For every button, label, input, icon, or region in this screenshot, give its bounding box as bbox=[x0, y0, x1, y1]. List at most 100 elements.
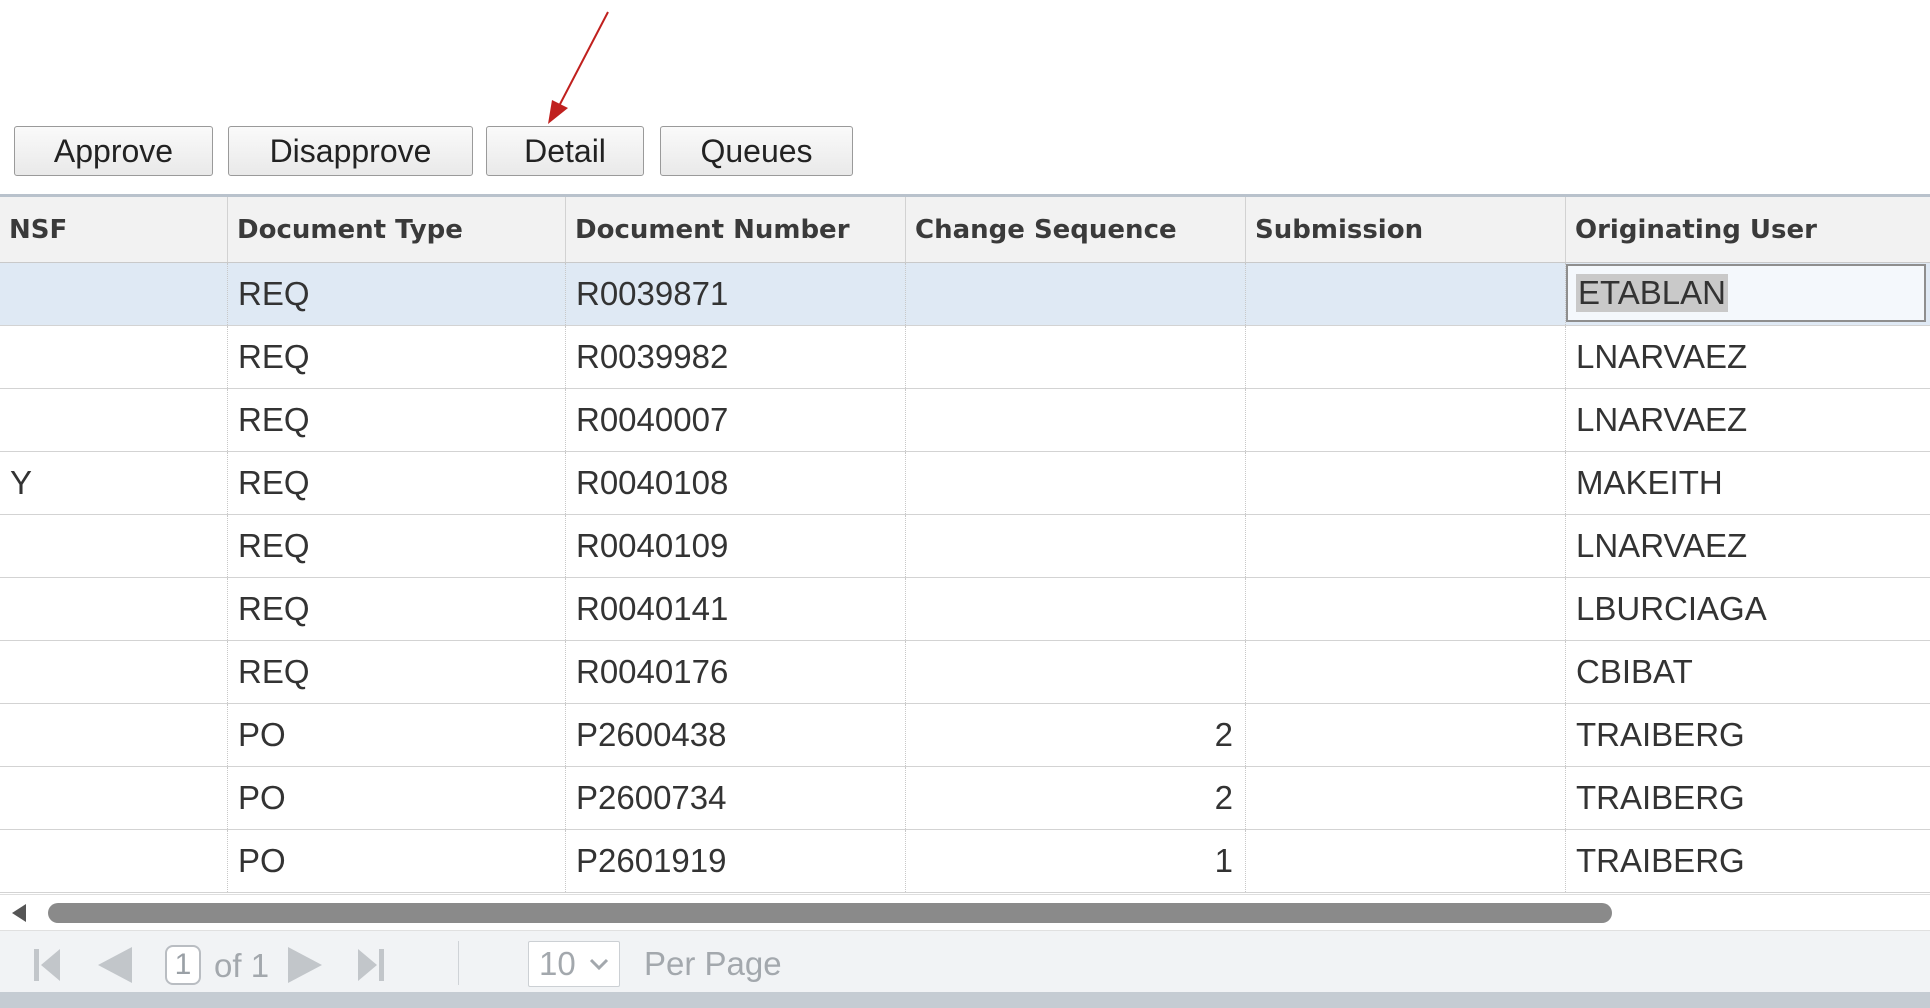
change-sequence-cell[interactable]: 2 bbox=[906, 704, 1246, 766]
approve-button[interactable]: Approve bbox=[14, 126, 213, 176]
document-number-cell[interactable]: R0040141 bbox=[566, 578, 906, 640]
annotation-arrow-icon bbox=[548, 11, 609, 124]
bottom-border bbox=[0, 992, 1930, 1008]
nsf-cell[interactable] bbox=[0, 641, 228, 703]
originating-user-cell[interactable]: LNARVAEZ bbox=[1566, 389, 1930, 451]
first-page-icon[interactable] bbox=[32, 945, 62, 985]
chevron-down-icon bbox=[589, 958, 609, 971]
document-number-cell[interactable]: R0039982 bbox=[566, 326, 906, 388]
originating-user-cell[interactable]: ETABLAN bbox=[1566, 263, 1930, 325]
grid-body: REQ R0039871 ETABLAN REQ R0039982 LNARVAEZ REQ… bbox=[0, 263, 1930, 893]
document-number-cell[interactable]: R0040007 bbox=[566, 389, 906, 451]
document-number-cell[interactable]: P2600734 bbox=[566, 767, 906, 829]
column-header-nsf[interactable]: NSF bbox=[0, 197, 228, 262]
table-row[interactable]: REQ R0039871 ETABLAN bbox=[0, 263, 1930, 326]
change-sequence-cell[interactable] bbox=[906, 326, 1246, 388]
table-row[interactable]: REQ R0039982 LNARVAEZ bbox=[0, 326, 1930, 389]
column-header-originating-user[interactable]: Originating User bbox=[1566, 197, 1930, 262]
last-page-icon[interactable] bbox=[356, 945, 386, 985]
change-sequence-cell[interactable] bbox=[906, 389, 1246, 451]
originating-user-cell[interactable]: TRAIBERG bbox=[1566, 704, 1930, 766]
column-header-submission[interactable]: Submission bbox=[1246, 197, 1566, 262]
horizontal-scrollbar[interactable] bbox=[0, 894, 1930, 931]
document-number-cell[interactable]: R0040109 bbox=[566, 515, 906, 577]
table-row[interactable]: REQ R0040109 LNARVAEZ bbox=[0, 515, 1930, 578]
queues-button[interactable]: Queues bbox=[660, 126, 853, 176]
document-number-cell[interactable]: R0040108 bbox=[566, 452, 906, 514]
column-header-change-sequence[interactable]: Change Sequence bbox=[906, 197, 1246, 262]
document-number-cell[interactable]: R0039871 bbox=[566, 263, 906, 325]
scroll-left-arrow-icon[interactable] bbox=[12, 904, 26, 922]
submission-cell[interactable] bbox=[1246, 326, 1566, 388]
nsf-cell[interactable] bbox=[0, 326, 228, 388]
document-number-cell[interactable]: P2600438 bbox=[566, 704, 906, 766]
submission-cell[interactable] bbox=[1246, 641, 1566, 703]
per-page-value: 10 bbox=[539, 945, 576, 982]
page-number-input[interactable]: 1 bbox=[165, 945, 201, 985]
page-count-label: of 1 bbox=[214, 947, 270, 984]
submission-cell[interactable] bbox=[1246, 704, 1566, 766]
nsf-cell[interactable] bbox=[0, 704, 228, 766]
originating-user-cell[interactable]: LNARVAEZ bbox=[1566, 515, 1930, 577]
table-row[interactable]: PO P2600438 2 TRAIBERG bbox=[0, 704, 1930, 767]
document-type-cell[interactable]: REQ bbox=[228, 578, 566, 640]
change-sequence-cell[interactable]: 1 bbox=[906, 830, 1246, 892]
document-type-cell[interactable]: REQ bbox=[228, 452, 566, 514]
originating-user-cell[interactable]: LBURCIAGA bbox=[1566, 578, 1930, 640]
submission-cell[interactable] bbox=[1246, 263, 1566, 325]
originating-user-cell[interactable]: CBIBAT bbox=[1566, 641, 1930, 703]
submission-cell[interactable] bbox=[1246, 515, 1566, 577]
per-page-select[interactable]: 10 bbox=[528, 941, 620, 987]
previous-page-icon[interactable] bbox=[94, 945, 134, 985]
originating-user-cell[interactable]: TRAIBERG bbox=[1566, 767, 1930, 829]
originating-user-cell[interactable]: TRAIBERG bbox=[1566, 830, 1930, 892]
change-sequence-cell[interactable] bbox=[906, 515, 1246, 577]
nsf-cell[interactable] bbox=[0, 578, 228, 640]
document-type-cell[interactable]: REQ bbox=[228, 263, 566, 325]
submission-cell[interactable] bbox=[1246, 389, 1566, 451]
nsf-cell[interactable] bbox=[0, 767, 228, 829]
document-type-cell[interactable]: PO bbox=[228, 830, 566, 892]
next-page-icon[interactable] bbox=[286, 945, 326, 985]
change-sequence-cell[interactable] bbox=[906, 578, 1246, 640]
originating-user-cell[interactable]: LNARVAEZ bbox=[1566, 326, 1930, 388]
document-type-cell[interactable]: REQ bbox=[228, 515, 566, 577]
document-number-cell[interactable]: P2601919 bbox=[566, 830, 906, 892]
document-type-cell[interactable]: REQ bbox=[228, 326, 566, 388]
change-sequence-cell[interactable] bbox=[906, 263, 1246, 325]
detail-button[interactable]: Detail bbox=[486, 126, 644, 176]
submission-cell[interactable] bbox=[1246, 767, 1566, 829]
change-sequence-cell[interactable] bbox=[906, 641, 1246, 703]
grid-header: NSF Document Type Document Number Change… bbox=[0, 197, 1930, 263]
document-type-cell[interactable]: PO bbox=[228, 704, 566, 766]
nsf-cell[interactable] bbox=[0, 263, 228, 325]
document-type-cell[interactable]: PO bbox=[228, 767, 566, 829]
nsf-cell[interactable]: Y bbox=[0, 452, 228, 514]
change-sequence-cell[interactable]: 2 bbox=[906, 767, 1246, 829]
focused-cell[interactable]: ETABLAN bbox=[1566, 264, 1926, 322]
table-row[interactable]: REQ R0040141 LBURCIAGA bbox=[0, 578, 1930, 641]
table-row[interactable]: Y REQ R0040108 MAKEITH bbox=[0, 452, 1930, 515]
documents-grid: NSF Document Type Document Number Change… bbox=[0, 194, 1930, 893]
document-type-cell[interactable]: REQ bbox=[228, 389, 566, 451]
document-type-cell[interactable]: REQ bbox=[228, 641, 566, 703]
table-row[interactable]: REQ R0040007 LNARVAEZ bbox=[0, 389, 1930, 452]
table-row[interactable]: PO P2601919 1 TRAIBERG bbox=[0, 830, 1930, 893]
nsf-cell[interactable] bbox=[0, 830, 228, 892]
submission-cell[interactable] bbox=[1246, 830, 1566, 892]
nsf-cell[interactable] bbox=[0, 515, 228, 577]
pager-divider bbox=[458, 941, 459, 985]
change-sequence-cell[interactable] bbox=[906, 452, 1246, 514]
submission-cell[interactable] bbox=[1246, 452, 1566, 514]
submission-cell[interactable] bbox=[1246, 578, 1566, 640]
nsf-cell[interactable] bbox=[0, 389, 228, 451]
table-row[interactable]: REQ R0040176 CBIBAT bbox=[0, 641, 1930, 704]
pagination-bar: 1 of 1 10 Per Page bbox=[0, 930, 1930, 993]
scrollbar-thumb[interactable] bbox=[48, 903, 1612, 923]
originating-user-cell[interactable]: MAKEITH bbox=[1566, 452, 1930, 514]
document-number-cell[interactable]: R0040176 bbox=[566, 641, 906, 703]
column-header-document-number[interactable]: Document Number bbox=[566, 197, 906, 262]
disapprove-button[interactable]: Disapprove bbox=[228, 126, 473, 176]
column-header-document-type[interactable]: Document Type bbox=[228, 197, 566, 262]
table-row[interactable]: PO P2600734 2 TRAIBERG bbox=[0, 767, 1930, 830]
